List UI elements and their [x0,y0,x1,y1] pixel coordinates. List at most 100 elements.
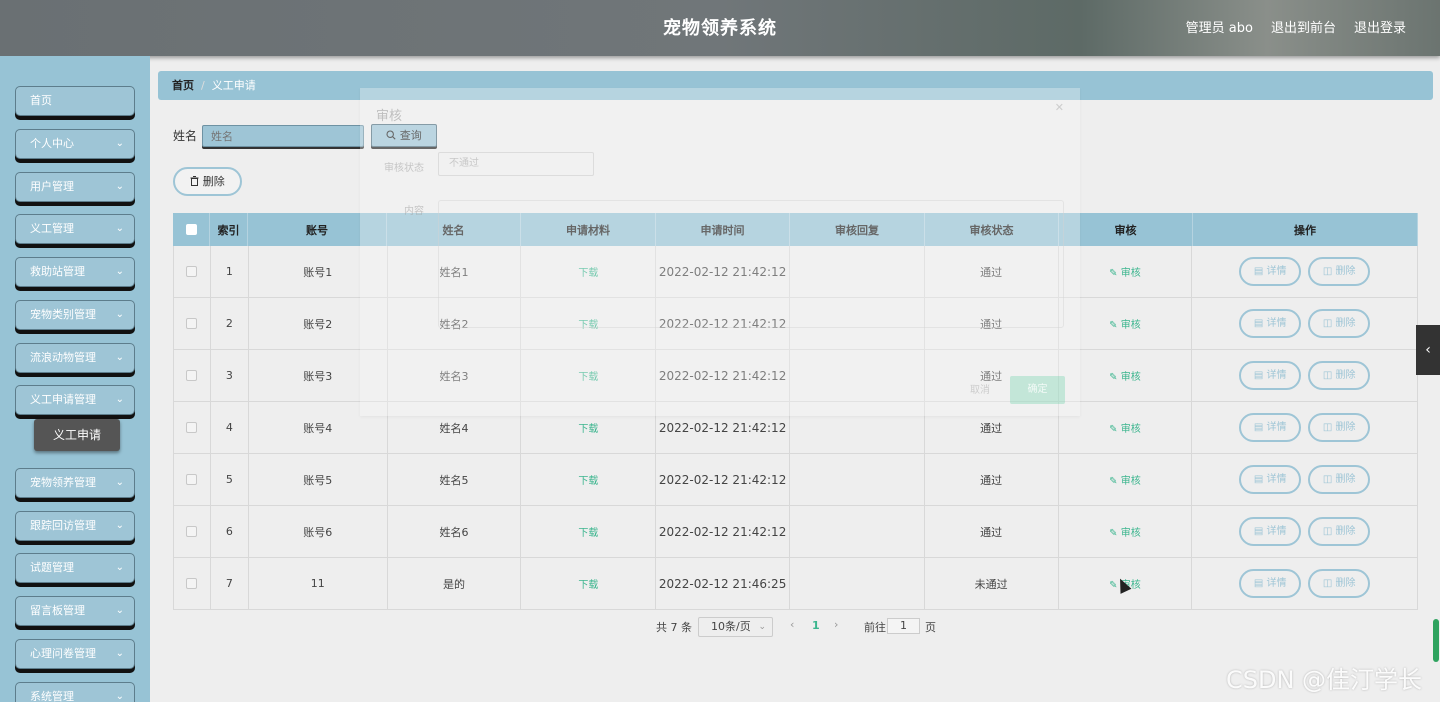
download-link[interactable]: 下载 [578,472,598,487]
sidebar-item-questionnaires[interactable]: 心理问卷管理 ⌄ [15,639,135,669]
download-link[interactable]: 下载 [578,576,598,591]
sidebar-item-volunteer-applications[interactable]: 义工申请管理 ⌄ [15,385,135,415]
breadcrumb-home[interactable]: 首页 [172,79,194,92]
delete-button[interactable]: ◫ 删除 [1308,309,1371,338]
download-link[interactable]: 下载 [578,368,598,383]
sidebar-item-volunteers[interactable]: 义工管理 ⌄ [15,214,135,244]
row-checkbox[interactable] [186,526,198,537]
sidebar-subitem-volunteer-application[interactable]: 义工申请 [34,419,120,451]
row-checkbox[interactable] [186,370,198,381]
table-row: 4 账号4 姓名4 下载 2022-02-12 21:42:12 通过 ✎ 审核 ▤ 详情 ◫ … [174,402,1417,454]
detail-button[interactable]: ▤ 详情 [1239,517,1302,546]
sidebar-item-follow-ups[interactable]: 跟踪回访管理 ⌄ [15,511,135,541]
table-row: 2 账号2 姓名2 下载 2022-02-12 21:42:12 通过 ✎ 审核 ▤ 详情 ◫ … [174,298,1417,350]
delete-button[interactable]: ◫ 删除 [1308,361,1371,390]
sidebar-item-label: 留言板管理 [30,604,85,617]
sidebar-item-adoptions[interactable]: 宠物领养管理 ⌄ [15,468,135,498]
search-input[interactable] [202,125,364,147]
sidebar-item-home[interactable]: 首页 [15,86,135,116]
select-all-checkbox[interactable] [185,224,197,235]
trash-icon [190,176,199,186]
cell-name: 姓名3 [388,350,522,401]
next-page-icon[interactable]: › [834,618,838,631]
sidebar-item-label: 宠物类别管理 [30,308,96,321]
page-size-select[interactable]: 10条/页 ⌄ [698,617,773,637]
audit-button[interactable]: ✎ 审核 [1109,524,1141,539]
batch-delete-button[interactable]: 删除 [173,167,242,196]
trash-icon: ◫ [1322,266,1336,277]
audit-button[interactable]: ✎ 审核 [1109,316,1141,331]
chevron-down-icon: ⌄ [115,181,124,192]
cell-material: 下载 [521,402,657,453]
sidebar-item-stray-animals[interactable]: 流浪动物管理 ⌄ [15,343,135,373]
audit-label: 审核 [1120,268,1141,279]
goto-page-input[interactable]: 1 [887,618,920,634]
detail-label: 详情 [1266,526,1287,537]
sidebar-item-profile[interactable]: 个人中心 ⌄ [15,129,135,159]
row-checkbox[interactable] [186,474,198,485]
audit-button[interactable]: ✎ 审核 [1109,420,1141,435]
delete-label: 删除 [1335,526,1356,537]
table-body: 1 账号1 姓名1 下载 2022-02-12 21:42:12 通过 ✎ 审核 ▤ 详情 ◫ … [173,246,1418,610]
delete-button[interactable]: ◫ 删除 [1308,465,1371,494]
sidebar-item-message-board[interactable]: 留言板管理 ⌄ [15,596,135,626]
cell-name: 是的 [388,558,522,609]
sidebar-item-rescue-stations[interactable]: 救助站管理 ⌄ [15,257,135,287]
front-link[interactable]: 退出到前台 [1271,17,1336,36]
document-icon: ▤ [1253,370,1267,381]
download-link[interactable]: 下载 [578,420,598,435]
row-checkbox[interactable] [186,578,198,589]
audit-button[interactable]: ✎ 审核 [1109,368,1141,383]
sidebar-item-system[interactable]: 系统管理 ⌄ [15,682,135,702]
detail-button[interactable]: ▤ 详情 [1239,309,1302,338]
delete-button[interactable]: ◫ 删除 [1308,257,1371,286]
breadcrumb: 首页 / 义工申请 [158,71,1433,100]
delete-button[interactable]: ◫ 删除 [1308,413,1371,442]
cell-reply [790,454,925,505]
row-checkbox[interactable] [186,422,198,433]
chevron-down-icon: ⌄ [115,562,124,573]
current-user: 管理员 abo [1185,21,1253,36]
dialog-status-label: 审核状态 [384,163,424,174]
sidebar-item-label: 首页 [30,94,52,107]
download-link[interactable]: 下载 [578,524,598,539]
detail-button[interactable]: ▤ 详情 [1239,569,1302,598]
prev-page-icon[interactable]: ‹ [790,618,794,631]
sidebar-item-label: 试题管理 [30,561,74,574]
sidebar-item-questions[interactable]: 试题管理 ⌄ [15,553,135,583]
table-row: 6 账号6 姓名6 下载 2022-02-12 21:42:12 通过 ✎ 审核 ▤ 详情 ◫ … [174,506,1417,558]
page-number[interactable]: 1 [812,619,820,632]
column-header: 账号 [248,213,387,246]
chevron-left-icon[interactable]: ‹ [1416,325,1440,375]
logout-link[interactable]: 退出登录 [1354,17,1406,36]
chevron-down-icon: ⌄ [115,477,124,488]
detail-button[interactable]: ▤ 详情 [1239,413,1302,442]
document-icon: ▤ [1253,474,1267,485]
detail-button[interactable]: ▤ 详情 [1239,465,1302,494]
detail-button[interactable]: ▤ 详情 [1239,257,1302,286]
scrollbar[interactable] [1433,619,1439,662]
delete-button[interactable]: ◫ 删除 [1308,517,1371,546]
cell-index: 6 [211,506,249,557]
row-checkbox[interactable] [186,266,198,277]
chevron-down-icon: ⌄ [115,520,124,531]
cell-account: 账号4 [249,402,388,453]
breadcrumb-current: 义工申请 [211,79,256,92]
delete-label: 删除 [1335,578,1356,589]
download-link[interactable]: 下载 [578,316,598,331]
query-button[interactable]: 查询 [371,124,437,147]
row-select-cell [174,298,211,349]
chevron-down-icon: ⌄ [115,223,124,234]
delete-button[interactable]: ◫ 删除 [1308,569,1371,598]
download-link[interactable]: 下载 [578,264,598,279]
audit-button[interactable]: ✎ 审核 [1109,472,1141,487]
detail-button[interactable]: ▤ 详情 [1239,361,1302,390]
sidebar-item-users[interactable]: 用户管理 ⌄ [15,172,135,202]
cell-time: 2022-02-12 21:42:12 [656,506,790,557]
chevron-down-icon: ⌄ [115,691,124,702]
row-checkbox[interactable] [186,318,198,329]
audit-button[interactable]: ✎ 审核 [1109,264,1141,279]
batch-delete-label: 删除 [202,175,225,188]
sidebar-item-pet-categories[interactable]: 宠物类别管理 ⌄ [15,300,135,330]
document-icon: ▤ [1253,526,1267,537]
